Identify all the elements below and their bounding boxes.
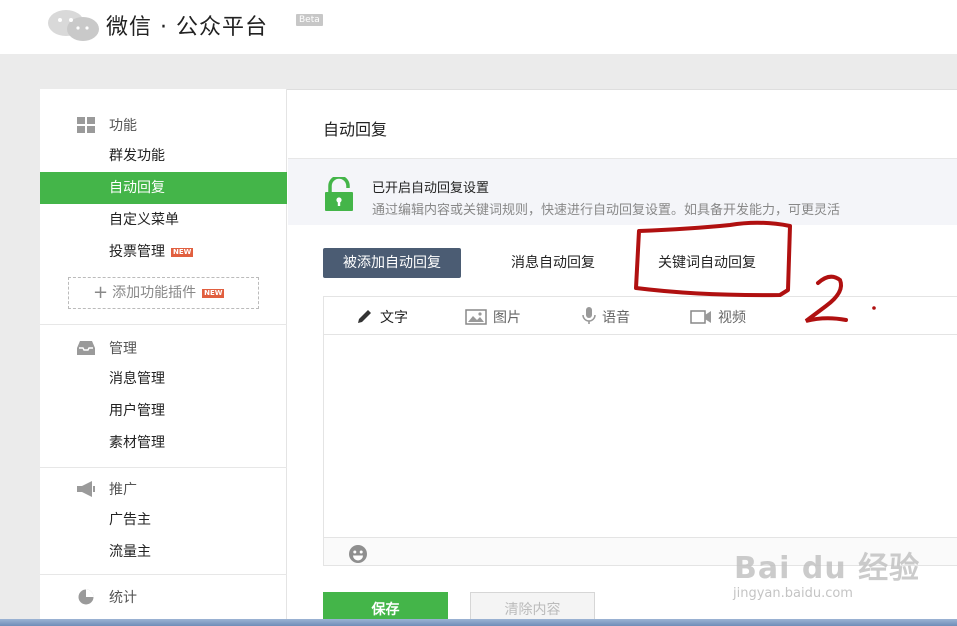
image-icon — [465, 309, 487, 325]
grid-icon — [77, 117, 95, 133]
emoji-icon[interactable] — [348, 544, 368, 564]
editor-toolbar: 文字 图片 语音 视频 — [324, 297, 957, 335]
beta-badge: Beta — [296, 14, 323, 26]
tool-image[interactable]: 图片 — [465, 307, 521, 327]
top-bar: 微信 · 公众平台 Beta — [0, 0, 957, 54]
unlock-icon — [325, 177, 353, 211]
sidebar-item-vote[interactable]: 投票管理 NEW — [40, 236, 287, 268]
sidebar-item-label: 投票管理 — [109, 244, 165, 260]
sidebar-group-manage: 管理 — [76, 338, 137, 358]
sidebar-item-label: 自动回复 — [109, 180, 165, 196]
sidebar-divider — [40, 574, 287, 575]
video-icon — [690, 310, 711, 324]
watermark: Bai du 经验 — [734, 551, 921, 586]
new-badge: NEW — [171, 248, 194, 257]
group-label: 统计 — [109, 590, 137, 606]
platform-title: 微信 · 公众平台 — [106, 15, 268, 40]
sidebar-divider — [40, 324, 287, 325]
add-plugin-label: 添加功能插件 — [112, 285, 197, 301]
sidebar-item-label: 素材管理 — [109, 435, 165, 451]
tab-message-auto-reply[interactable]: 消息自动回复 — [511, 248, 595, 278]
notice-description: 通过编辑内容或关键词规则，快速进行自动回复设置。如具备开发能力，可更灵活 — [372, 203, 841, 218]
group-label: 功能 — [109, 118, 137, 134]
new-badge: NEW — [202, 289, 225, 298]
sidebar-item-publisher[interactable]: 流量主 — [40, 536, 287, 568]
microphone-icon — [582, 307, 596, 324]
sidebar-item-label: 消息管理 — [109, 371, 165, 387]
megaphone-icon — [77, 481, 95, 497]
tool-label: 视频 — [718, 310, 746, 326]
sidebar-item-label: 流量主 — [109, 544, 151, 560]
inbox-icon — [77, 341, 95, 355]
sidebar-item-auto-reply[interactable]: 自动回复 — [40, 172, 287, 204]
sidebar-divider — [40, 467, 287, 468]
sidebar-group-function: 功能 — [76, 115, 137, 135]
tool-label: 语音 — [602, 310, 630, 326]
sidebar-item-messages[interactable]: 消息管理 — [40, 363, 287, 395]
group-label: 推广 — [109, 482, 137, 498]
reply-editor: 文字 图片 语音 视频 — [323, 296, 957, 566]
add-plugin-button[interactable]: + 添加功能插件 NEW — [68, 277, 259, 309]
sidebar-item-label: 群发功能 — [109, 148, 165, 164]
tab-keyword-auto-reply[interactable]: 关键词自动回复 — [658, 248, 756, 278]
sidebar-item-custom-menu[interactable]: 自定义菜单 — [40, 204, 287, 236]
auto-reply-notice: 已开启自动回复设置 通过编辑内容或关键词规则，快速进行自动回复设置。如具备开发能… — [288, 159, 957, 225]
sidebar-item-label: 自定义菜单 — [109, 212, 179, 228]
tool-text[interactable]: 文字 — [356, 307, 408, 327]
tool-label: 图片 — [493, 310, 521, 326]
notice-title: 已开启自动回复设置 — [372, 181, 490, 196]
tool-voice[interactable]: 语音 — [582, 307, 630, 327]
plus-icon: + — [93, 282, 109, 303]
tool-label: 文字 — [380, 310, 408, 326]
pie-chart-icon — [78, 589, 94, 605]
page-title: 自动回复 — [323, 120, 388, 139]
watermark-url: jingyan.baidu.com — [733, 586, 853, 601]
tool-video[interactable]: 视频 — [690, 307, 746, 327]
wechat-logo-icon — [48, 10, 99, 41]
sidebar-item-mass-send[interactable]: 群发功能 — [40, 140, 287, 172]
sidebar-item-materials[interactable]: 素材管理 — [40, 427, 287, 459]
os-taskbar — [0, 619, 957, 626]
reply-text-area[interactable] — [324, 336, 957, 540]
sidebar-group-promote: 推广 — [76, 479, 137, 499]
tab-added-auto-reply[interactable]: 被添加自动回复 — [323, 248, 461, 278]
pencil-icon — [358, 310, 371, 323]
sidebar-item-label: 广告主 — [109, 512, 151, 528]
sidebar-item-users[interactable]: 用户管理 — [40, 395, 287, 427]
sidebar-item-advertiser[interactable]: 广告主 — [40, 504, 287, 536]
sidebar-group-stats: 统计 — [76, 587, 137, 607]
sidebar-item-label: 用户管理 — [109, 403, 165, 419]
group-label: 管理 — [109, 341, 137, 357]
sidebar: 功能 群发功能 自动回复 自定义菜单 投票管理 NEW + 添加功能插件 NEW 管理… — [40, 89, 287, 626]
